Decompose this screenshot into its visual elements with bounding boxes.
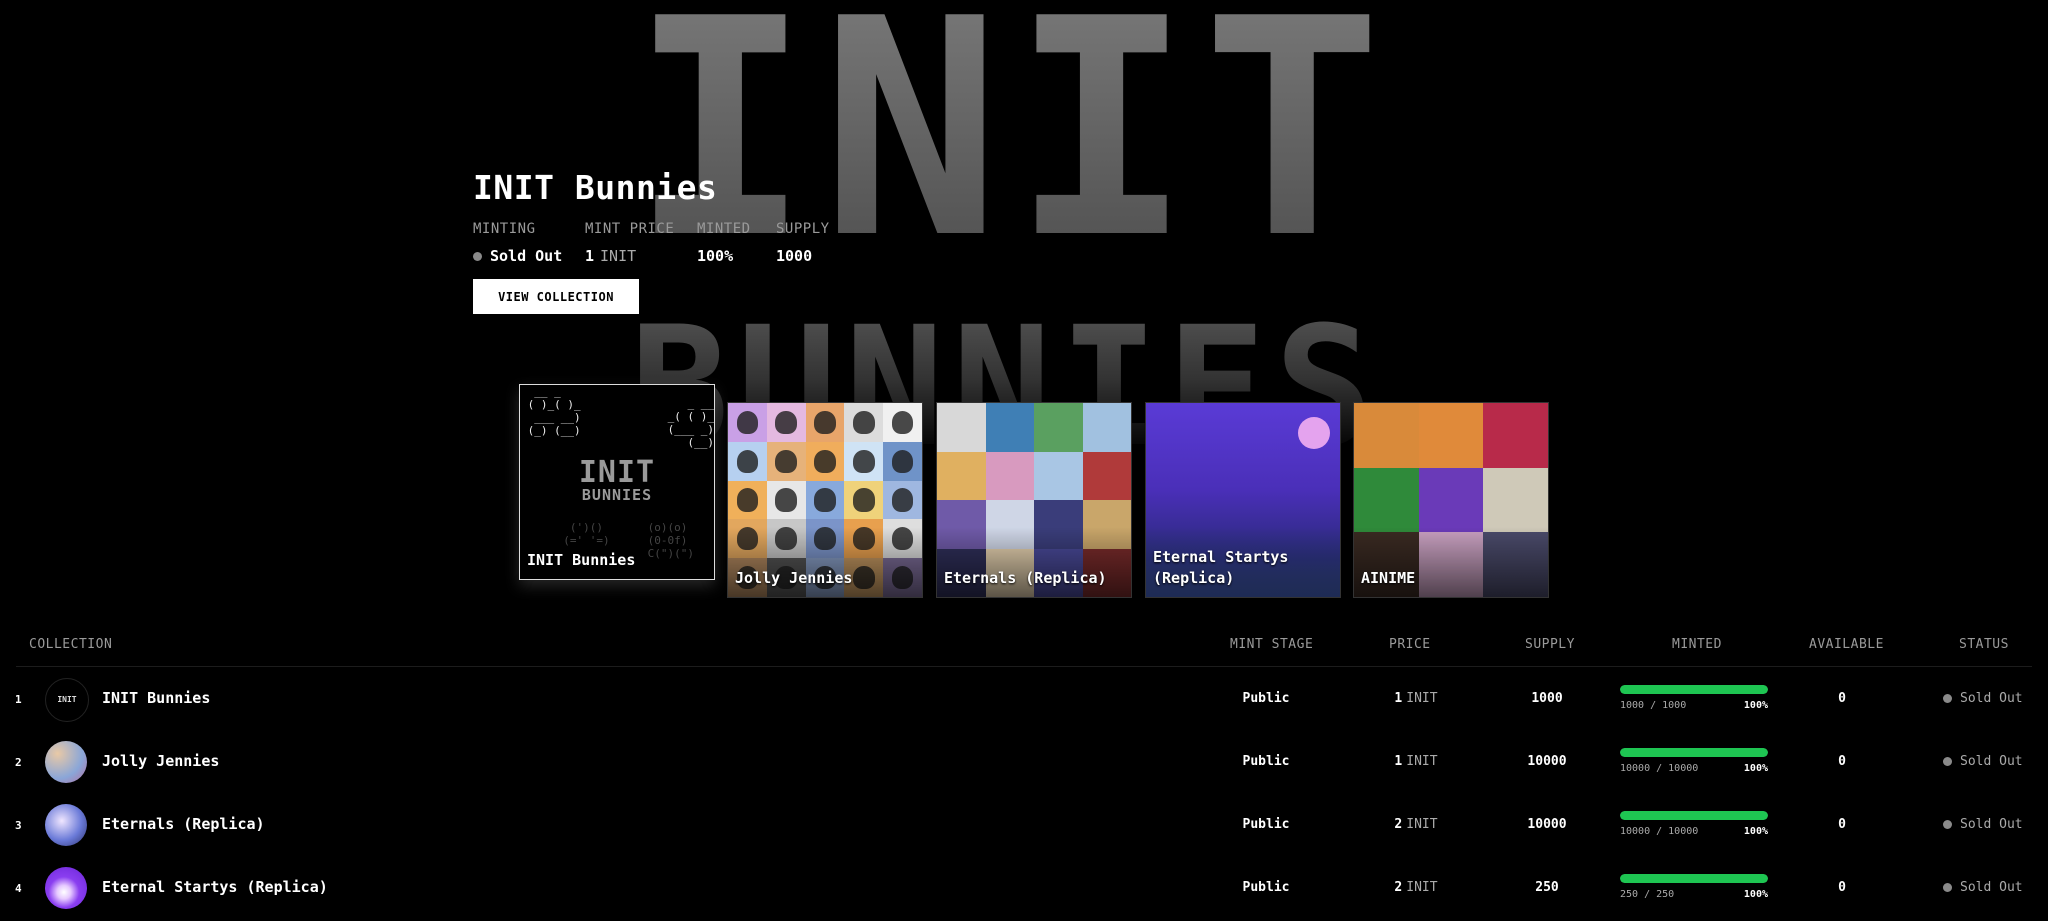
carousel-card-ainime[interactable]: AINIME [1353, 402, 1549, 598]
row-rank: 3 [15, 819, 22, 832]
carousel-card-jolly-jennies[interactable]: Jolly Jennies [727, 402, 923, 598]
status-badge: Sold Out [1943, 817, 2023, 832]
row-name: Jolly Jennies [102, 752, 220, 770]
ascii-bunny-bottom-left: (')() (=' '=) [563, 521, 610, 547]
table-row[interactable]: 2 Jolly Jennies Public 1 INIT 10000 10000… [0, 730, 2048, 793]
stat-mint-price: MINT PRICE 1 INIT [585, 221, 697, 265]
row-minted: 1000 / 1000 100% [1620, 685, 1768, 711]
row-minted: 10000 / 10000 100% [1620, 811, 1768, 837]
header-supply[interactable]: SUPPLY [1525, 637, 1575, 652]
stat-label: MINT PRICE [585, 221, 675, 237]
stat-label: MINTING [473, 221, 536, 237]
table-header: COLLECTION MINT STAGE PRICE SUPPLY MINTE… [16, 628, 2032, 667]
view-collection-button[interactable]: VIEW COLLECTION [473, 279, 639, 314]
status-dot-icon [1943, 820, 1952, 829]
ascii-bunny-right: _ __ _( ( )_ (___ _) (__) [667, 397, 714, 449]
stat-label: SUPPLY [776, 221, 830, 237]
row-name: INIT Bunnies [102, 689, 211, 707]
card-label: AINIME [1361, 569, 1416, 587]
ascii-bunny-left: __ _ ( )_( )_ ___ __) (_) (__) [527, 385, 581, 437]
stat-value: 1000 [776, 247, 813, 265]
table-row[interactable]: 4 Eternal Startys (Replica) Public 2 INIT… [0, 856, 2048, 919]
row-name: Eternals (Replica) [102, 815, 265, 833]
hero-section: INIT Bunnies MINTING Sold Out MINT PRICE… [473, 168, 856, 314]
carousel-card-eternals[interactable]: Eternals (Replica) [936, 402, 1132, 598]
row-supply: 1000 [1531, 691, 1563, 706]
row-available: 0 [1838, 754, 1846, 769]
row-minted: 10000 / 10000 100% [1620, 748, 1768, 774]
row-price: 2 INIT [1394, 880, 1438, 895]
row-mint-stage: Public [1242, 691, 1290, 706]
stat-supply: SUPPLY 1000 [776, 221, 856, 265]
status-badge: Sold Out [1943, 691, 2023, 706]
status-badge: Sold Out [1943, 754, 2023, 769]
stat-unit: INIT [600, 247, 637, 265]
stat-value: 100% [697, 247, 734, 265]
minted-progress-bar [1620, 685, 1768, 694]
stat-value: 1 [585, 247, 595, 265]
minted-progress-bar [1620, 748, 1768, 757]
stat-minted: MINTED 100% [697, 221, 776, 265]
row-supply: 250 [1535, 880, 1559, 895]
avatar: INIT [45, 678, 89, 722]
status-dot-icon [1943, 757, 1952, 766]
row-available: 0 [1838, 691, 1846, 706]
row-price: 2 INIT [1394, 817, 1438, 832]
header-available[interactable]: AVAILABLE [1809, 637, 1884, 652]
header-status[interactable]: STATUS [1959, 637, 2009, 652]
row-supply: 10000 [1527, 817, 1567, 832]
row-supply: 10000 [1527, 754, 1567, 769]
table-row[interactable]: 3 Eternals (Replica) Public 2 INIT 10000 … [0, 793, 2048, 856]
row-available: 0 [1838, 880, 1846, 895]
avatar [45, 804, 87, 846]
minted-progress-bar [1620, 811, 1768, 820]
stat-minting: MINTING Sold Out [473, 221, 585, 265]
status-badge: Sold Out [1943, 880, 2023, 895]
header-collection[interactable]: COLLECTION [29, 637, 112, 652]
avatar [45, 741, 87, 783]
stat-value: Sold Out [490, 247, 563, 265]
stat-label: MINTED [697, 221, 751, 237]
row-rank: 2 [15, 756, 22, 769]
status-dot-icon [473, 251, 482, 261]
row-price: 1 INIT [1394, 691, 1438, 706]
moon-icon [1298, 417, 1330, 449]
minted-progress-bar [1620, 874, 1768, 883]
init-bunnies-logo: INIT BUNNIES [578, 455, 656, 504]
card-label: Eternal Startys (Replica) [1153, 548, 1289, 587]
carousel-card-eternal-startys[interactable]: Eternal Startys (Replica) [1145, 402, 1341, 598]
row-mint-stage: Public [1242, 880, 1290, 895]
card-label: INIT Bunnies [527, 551, 636, 569]
row-mint-stage: Public [1242, 817, 1290, 832]
collection-title: INIT Bunnies [473, 168, 718, 207]
header-mint-stage[interactable]: MINT STAGE [1230, 637, 1313, 652]
row-name: Eternal Startys (Replica) [102, 878, 328, 896]
row-mint-stage: Public [1242, 754, 1290, 769]
avatar [45, 867, 87, 909]
collections-table: COLLECTION MINT STAGE PRICE SUPPLY MINTE… [0, 628, 2048, 919]
header-minted[interactable]: MINTED [1672, 637, 1722, 652]
status-dot-icon [1943, 883, 1952, 892]
header-price[interactable]: PRICE [1389, 637, 1431, 652]
carousel-card-init-bunnies[interactable]: __ _ ( )_( )_ ___ __) (_) (__) _ __ _( (… [519, 384, 715, 580]
card-label: Eternals (Replica) [944, 569, 1107, 587]
row-price: 1 INIT [1394, 754, 1438, 769]
status-dot-icon [1943, 694, 1952, 703]
table-row[interactable]: 1 INIT INIT Bunnies Public 1 INIT 1000 10… [0, 667, 2048, 730]
row-rank: 4 [15, 882, 22, 895]
row-available: 0 [1838, 817, 1846, 832]
row-minted: 250 / 250 100% [1620, 874, 1768, 900]
collection-stats: MINTING Sold Out MINT PRICE 1 INIT MINTED… [473, 221, 856, 265]
card-label: Jolly Jennies [735, 569, 853, 587]
row-rank: 1 [15, 693, 22, 706]
